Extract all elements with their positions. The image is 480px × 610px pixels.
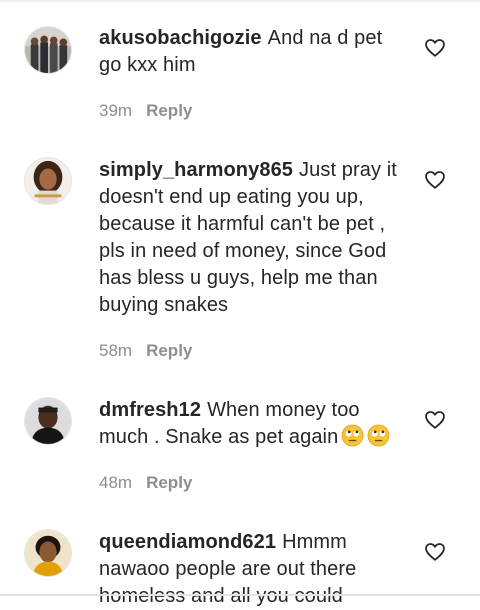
eye-roll-emoji (367, 424, 390, 447)
comment-text: Just pray it doesn't end up eating you u… (99, 159, 397, 316)
comment-username[interactable]: queendiamond621 (99, 531, 276, 553)
comment-username[interactable]: akusobachigozie (99, 27, 262, 49)
comment-body: akusobachigozie And na d pet go kxx him (99, 25, 407, 79)
reply-button[interactable]: Reply (146, 101, 192, 120)
comment-time: 48m (99, 473, 133, 492)
comment-meta: 39m Reply (99, 101, 192, 121)
reply-button[interactable]: Reply (146, 341, 192, 360)
avatar[interactable] (24, 397, 72, 445)
reply-button[interactable]: Reply (146, 473, 192, 492)
comment-meta: 58m Reply (99, 341, 192, 361)
avatar[interactable] (24, 529, 72, 577)
comment-body: simply_harmony865 Just pray it doesn't en… (99, 157, 407, 319)
heart-outline-icon[interactable] (424, 541, 446, 563)
comment-username[interactable]: dmfresh12 (99, 399, 201, 421)
top-divider (0, 0, 480, 2)
avatar[interactable] (24, 157, 72, 205)
heart-outline-icon[interactable] (424, 409, 446, 431)
heart-outline-icon[interactable] (424, 169, 446, 191)
heart-outline-icon[interactable] (424, 37, 446, 59)
comment-username[interactable]: simply_harmony865 (99, 159, 293, 181)
avatar[interactable] (24, 26, 72, 74)
eye-roll-emoji (341, 424, 364, 447)
comment-body: queendiamond621 Hmmm nawaoo people are ou… (99, 529, 407, 610)
comment-meta: 48m Reply (99, 473, 192, 493)
comment-time: 39m (99, 101, 133, 120)
comment-body: dmfresh12 When money too much . Snake as … (99, 397, 407, 451)
comment-time: 58m (99, 341, 133, 360)
